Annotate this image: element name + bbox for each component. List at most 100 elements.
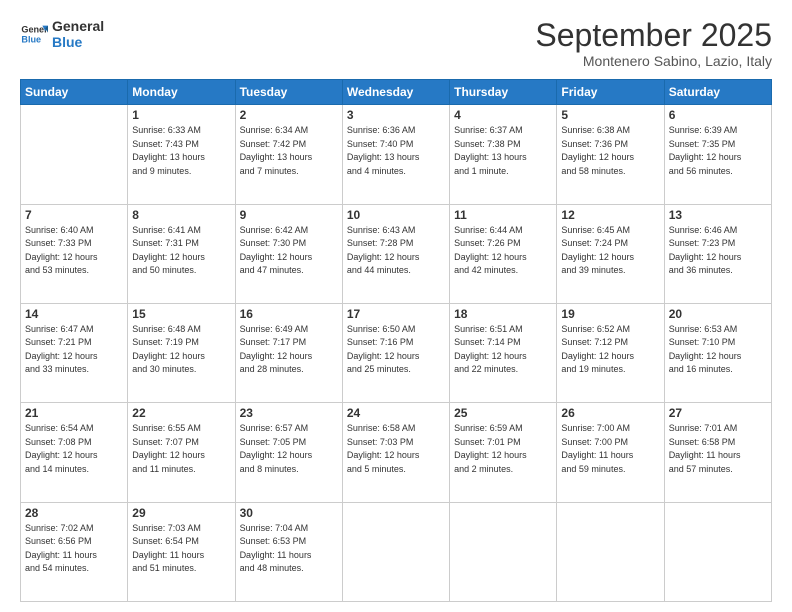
calendar-cell: 12 Sunrise: 6:45 AM Sunset: 7:24 PM Dayli… <box>557 204 664 303</box>
header-friday: Friday <box>557 80 664 105</box>
logo-icon: General Blue <box>20 20 48 48</box>
day-info: Sunrise: 6:48 AM Sunset: 7:19 PM Dayligh… <box>132 323 230 377</box>
calendar-cell: 6Sunrise: 6:39 AM Sunset: 7:35 PM Daylig… <box>664 105 771 204</box>
day-info: Sunrise: 7:01 AM Sunset: 6:58 PM Dayligh… <box>669 422 767 476</box>
calendar-cell: 1Sunrise: 6:33 AM Sunset: 7:43 PM Daylig… <box>128 105 235 204</box>
day-info: Sunrise: 6:50 AM Sunset: 7:16 PM Dayligh… <box>347 323 445 377</box>
day-info: Sunrise: 6:49 AM Sunset: 7:17 PM Dayligh… <box>240 323 338 377</box>
day-number: 8 <box>132 208 230 222</box>
day-info: Sunrise: 6:44 AM Sunset: 7:26 PM Dayligh… <box>454 224 552 278</box>
day-info: Sunrise: 6:54 AM Sunset: 7:08 PM Dayligh… <box>25 422 123 476</box>
calendar-cell: 13 Sunrise: 6:46 AM Sunset: 7:23 PM Dayli… <box>664 204 771 303</box>
day-number: 2 <box>240 108 338 122</box>
calendar-cell: 10Sunrise: 6:43 AM Sunset: 7:28 PM Dayli… <box>342 204 449 303</box>
week-row-4: 21 Sunrise: 6:54 AM Sunset: 7:08 PM Dayli… <box>21 403 772 502</box>
day-info: Sunrise: 7:00 AM Sunset: 7:00 PM Dayligh… <box>561 422 659 476</box>
header-sunday: Sunday <box>21 80 128 105</box>
day-number: 13 <box>669 208 767 222</box>
day-number: 24 <box>347 406 445 420</box>
calendar-cell: 16 Sunrise: 6:49 AM Sunset: 7:17 PM Dayli… <box>235 303 342 402</box>
day-number: 18 <box>454 307 552 321</box>
day-info: Sunrise: 6:58 AM Sunset: 7:03 PM Dayligh… <box>347 422 445 476</box>
day-number: 12 <box>561 208 659 222</box>
day-number: 14 <box>25 307 123 321</box>
day-info: Sunrise: 7:02 AM Sunset: 6:56 PM Dayligh… <box>25 522 123 576</box>
logo-line2: Blue <box>52 34 104 50</box>
calendar-cell: 26 Sunrise: 7:00 AM Sunset: 7:00 PM Dayli… <box>557 403 664 502</box>
calendar-cell <box>557 502 664 601</box>
day-info: Sunrise: 6:42 AM Sunset: 7:30 PM Dayligh… <box>240 224 338 278</box>
day-info: Sunrise: 6:53 AM Sunset: 7:10 PM Dayligh… <box>669 323 767 377</box>
day-number: 27 <box>669 406 767 420</box>
day-number: 22 <box>132 406 230 420</box>
calendar-cell: 9 Sunrise: 6:42 AM Sunset: 7:30 PM Daylig… <box>235 204 342 303</box>
day-info: Sunrise: 6:52 AM Sunset: 7:12 PM Dayligh… <box>561 323 659 377</box>
calendar-cell: 17 Sunrise: 6:50 AM Sunset: 7:16 PM Dayli… <box>342 303 449 402</box>
week-row-2: 7Sunrise: 6:40 AM Sunset: 7:33 PM Daylig… <box>21 204 772 303</box>
calendar-cell: 22 Sunrise: 6:55 AM Sunset: 7:07 PM Dayli… <box>128 403 235 502</box>
calendar-cell: 25Sunrise: 6:59 AM Sunset: 7:01 PM Dayli… <box>450 403 557 502</box>
day-number: 9 <box>240 208 338 222</box>
location: Montenero Sabino, Lazio, Italy <box>535 53 772 69</box>
logo: General Blue General Blue <box>20 18 104 50</box>
day-number: 19 <box>561 307 659 321</box>
day-info: Sunrise: 6:41 AM Sunset: 7:31 PM Dayligh… <box>132 224 230 278</box>
day-number: 1 <box>132 108 230 122</box>
calendar-table: SundayMondayTuesdayWednesdayThursdayFrid… <box>20 79 772 602</box>
calendar-cell <box>450 502 557 601</box>
title-block: September 2025 Montenero Sabino, Lazio, … <box>535 18 772 69</box>
day-number: 7 <box>25 208 123 222</box>
calendar-cell: 8 Sunrise: 6:41 AM Sunset: 7:31 PM Daylig… <box>128 204 235 303</box>
day-info: Sunrise: 6:45 AM Sunset: 7:24 PM Dayligh… <box>561 224 659 278</box>
month-title: September 2025 <box>535 18 772 53</box>
day-number: 21 <box>25 406 123 420</box>
calendar-cell: 23Sunrise: 6:57 AM Sunset: 7:05 PM Dayli… <box>235 403 342 502</box>
calendar-cell: 2Sunrise: 6:34 AM Sunset: 7:42 PM Daylig… <box>235 105 342 204</box>
header-tuesday: Tuesday <box>235 80 342 105</box>
day-number: 26 <box>561 406 659 420</box>
header-monday: Monday <box>128 80 235 105</box>
day-number: 23 <box>240 406 338 420</box>
calendar-cell: 5Sunrise: 6:38 AM Sunset: 7:36 PM Daylig… <box>557 105 664 204</box>
calendar-cell <box>664 502 771 601</box>
day-number: 17 <box>347 307 445 321</box>
calendar-cell: 30 Sunrise: 7:04 AM Sunset: 6:53 PM Dayli… <box>235 502 342 601</box>
day-number: 16 <box>240 307 338 321</box>
day-info: Sunrise: 6:51 AM Sunset: 7:14 PM Dayligh… <box>454 323 552 377</box>
calendar-header-row: SundayMondayTuesdayWednesdayThursdayFrid… <box>21 80 772 105</box>
calendar-cell: 7Sunrise: 6:40 AM Sunset: 7:33 PM Daylig… <box>21 204 128 303</box>
day-info: Sunrise: 6:43 AM Sunset: 7:28 PM Dayligh… <box>347 224 445 278</box>
day-number: 15 <box>132 307 230 321</box>
calendar-cell <box>21 105 128 204</box>
day-info: Sunrise: 6:36 AM Sunset: 7:40 PM Dayligh… <box>347 124 445 178</box>
day-number: 4 <box>454 108 552 122</box>
day-number: 30 <box>240 506 338 520</box>
calendar-cell: 3 Sunrise: 6:36 AM Sunset: 7:40 PM Daylig… <box>342 105 449 204</box>
calendar-cell: 19 Sunrise: 6:52 AM Sunset: 7:12 PM Dayli… <box>557 303 664 402</box>
logo-line1: General <box>52 18 104 34</box>
day-number: 20 <box>669 307 767 321</box>
day-info: Sunrise: 6:37 AM Sunset: 7:38 PM Dayligh… <box>454 124 552 178</box>
calendar-cell: 24 Sunrise: 6:58 AM Sunset: 7:03 PM Dayli… <box>342 403 449 502</box>
header-thursday: Thursday <box>450 80 557 105</box>
day-number: 3 <box>347 108 445 122</box>
calendar-cell <box>342 502 449 601</box>
day-info: Sunrise: 6:47 AM Sunset: 7:21 PM Dayligh… <box>25 323 123 377</box>
day-number: 25 <box>454 406 552 420</box>
header-wednesday: Wednesday <box>342 80 449 105</box>
calendar-cell: 14 Sunrise: 6:47 AM Sunset: 7:21 PM Dayli… <box>21 303 128 402</box>
calendar-cell: 15 Sunrise: 6:48 AM Sunset: 7:19 PM Dayli… <box>128 303 235 402</box>
week-row-3: 14 Sunrise: 6:47 AM Sunset: 7:21 PM Dayli… <box>21 303 772 402</box>
calendar-cell: 4 Sunrise: 6:37 AM Sunset: 7:38 PM Daylig… <box>450 105 557 204</box>
calendar-cell: 20 Sunrise: 6:53 AM Sunset: 7:10 PM Dayli… <box>664 303 771 402</box>
day-info: Sunrise: 6:46 AM Sunset: 7:23 PM Dayligh… <box>669 224 767 278</box>
day-number: 5 <box>561 108 659 122</box>
week-row-5: 28Sunrise: 7:02 AM Sunset: 6:56 PM Dayli… <box>21 502 772 601</box>
day-info: Sunrise: 6:55 AM Sunset: 7:07 PM Dayligh… <box>132 422 230 476</box>
page-header: General Blue General Blue September 2025… <box>20 18 772 69</box>
calendar-cell: 27 Sunrise: 7:01 AM Sunset: 6:58 PM Dayli… <box>664 403 771 502</box>
header-saturday: Saturday <box>664 80 771 105</box>
day-info: Sunrise: 7:03 AM Sunset: 6:54 PM Dayligh… <box>132 522 230 576</box>
day-info: Sunrise: 7:04 AM Sunset: 6:53 PM Dayligh… <box>240 522 338 576</box>
day-number: 29 <box>132 506 230 520</box>
